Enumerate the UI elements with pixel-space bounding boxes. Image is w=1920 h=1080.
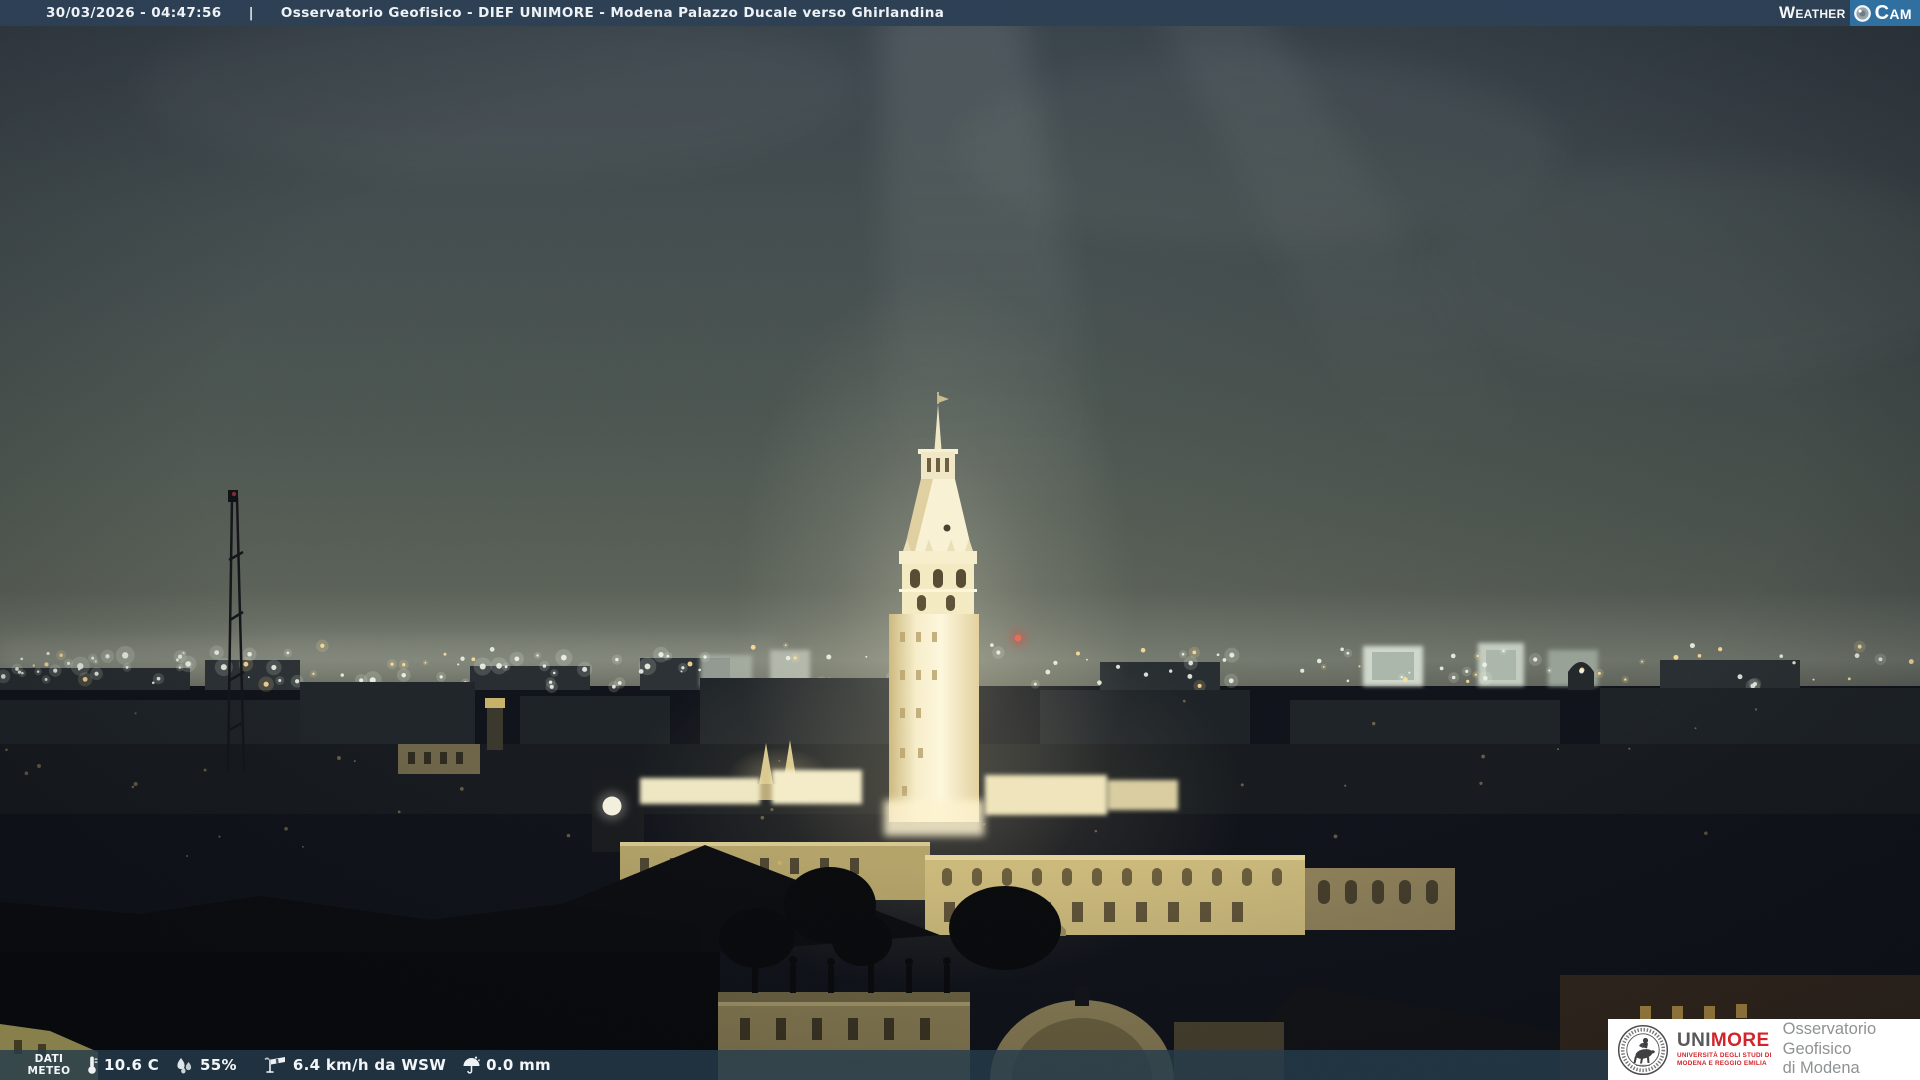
observatory-name: Osservatorio Geofisico di Modena [1782, 1019, 1877, 1078]
temperature-value: 10.6 C [104, 1056, 160, 1074]
unimore-wordmark: UNIMORE UNIVERSITÀ DEGLI STUDI DI MODENA… [1677, 1031, 1772, 1069]
webcam-photo [0, 0, 1920, 1080]
header-bar: 30/03/2026 - 04:47:56 | Osservatorio Geo… [0, 0, 1920, 26]
unimore-more: MORE [1710, 1029, 1770, 1051]
unimore-seal-icon [1617, 1024, 1669, 1075]
humidity-drops-icon [174, 1056, 195, 1075]
weathercam-cam-box: Cam [1849, 0, 1920, 26]
webcam-lens-icon [1853, 4, 1871, 22]
umbrella-icon [461, 1055, 481, 1075]
weathercam-word-cam: Cam [1874, 1, 1912, 24]
weathercam-word-weather: Weather [1778, 3, 1846, 22]
rain-reading: 0.0 mm [461, 1055, 551, 1075]
thermometer-icon [85, 1055, 99, 1075]
university-name-line1: UNIVERSITÀ DEGLI STUDI DI [1677, 1051, 1772, 1059]
weathercam-logo: Weather Cam [1779, 0, 1920, 26]
timestamp: 30/03/2026 - 04:47:56 [46, 5, 222, 21]
humidity-reading: 55% [174, 1056, 237, 1075]
unimore-uni: UNI [1677, 1029, 1711, 1051]
header-separator: | [248, 5, 254, 21]
webcam-page: 30/03/2026 - 04:47:56 | Osservatorio Geo… [0, 0, 1920, 1080]
observatory-brand-box: UNIMORE UNIVERSITÀ DEGLI STUDI DI MODENA… [1608, 1019, 1920, 1080]
temperature-reading: 10.6 C [85, 1055, 159, 1075]
university-name-line2: MODENA E REGGIO EMILIA [1677, 1060, 1767, 1067]
humidity-value: 55% [200, 1056, 237, 1074]
wind-value: 6.4 km/h da WSW [292, 1056, 447, 1074]
dati-meteo-label: DATI METEO [27, 1052, 71, 1077]
webcam-title: Osservatorio Geofisico - DIEF UNIMORE - … [280, 5, 945, 21]
rain-value: 0.0 mm [486, 1056, 551, 1074]
windsock-icon [264, 1055, 288, 1075]
wind-reading: 6.4 km/h da WSW [264, 1055, 446, 1075]
